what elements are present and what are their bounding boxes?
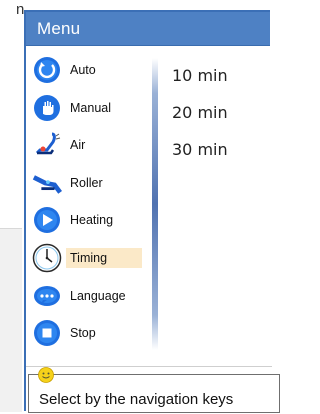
status-box: Select by the navigation keys (28, 374, 280, 413)
menu-item-language[interactable]: Language (32, 282, 148, 310)
menu-item-timing[interactable]: Timing (32, 243, 148, 273)
menu-divider (152, 58, 158, 350)
menu-item-label: Manual (70, 101, 111, 115)
menu-item-label: Air (70, 138, 86, 152)
menu-item-label: Timing (66, 248, 143, 268)
option-10-min[interactable]: 10 min (172, 66, 228, 85)
status-bar: Select by the navigation keys (26, 366, 280, 414)
clock-icon (32, 243, 62, 273)
menu-item-heating[interactable]: Heating (32, 206, 148, 234)
menu-window: Menu Auto Manual Air Roller Heating Timi… (24, 10, 280, 414)
menu-item-label: Stop (70, 326, 96, 340)
menu-item-label: Auto (70, 63, 96, 77)
air-chair-icon (32, 130, 62, 160)
roller-chair-icon (32, 168, 62, 198)
title-bar: Menu (26, 12, 270, 46)
stop-icon (32, 318, 62, 348)
menu-item-air[interactable]: Air (32, 131, 148, 159)
menu-item-roller[interactable]: Roller (32, 169, 148, 197)
heating-icon (32, 205, 62, 235)
menu-item-stop[interactable]: Stop (32, 319, 148, 347)
menu-item-label: Language (70, 289, 126, 303)
language-icon (32, 281, 62, 311)
menu-item-label: Roller (70, 176, 103, 190)
menu-item-label: Heating (70, 213, 114, 227)
menu-item-manual[interactable]: Manual (32, 94, 148, 122)
menu-item-auto[interactable]: Auto (32, 56, 148, 84)
window-title: Menu (37, 19, 81, 38)
option-30-min[interactable]: 30 min (172, 140, 228, 159)
background-panel (0, 228, 22, 412)
option-20-min[interactable]: 20 min (172, 103, 228, 122)
smiley-icon (38, 367, 54, 388)
hand-icon (32, 93, 62, 123)
status-hint: Select by the navigation keys (39, 391, 234, 408)
auto-icon (32, 55, 62, 85)
